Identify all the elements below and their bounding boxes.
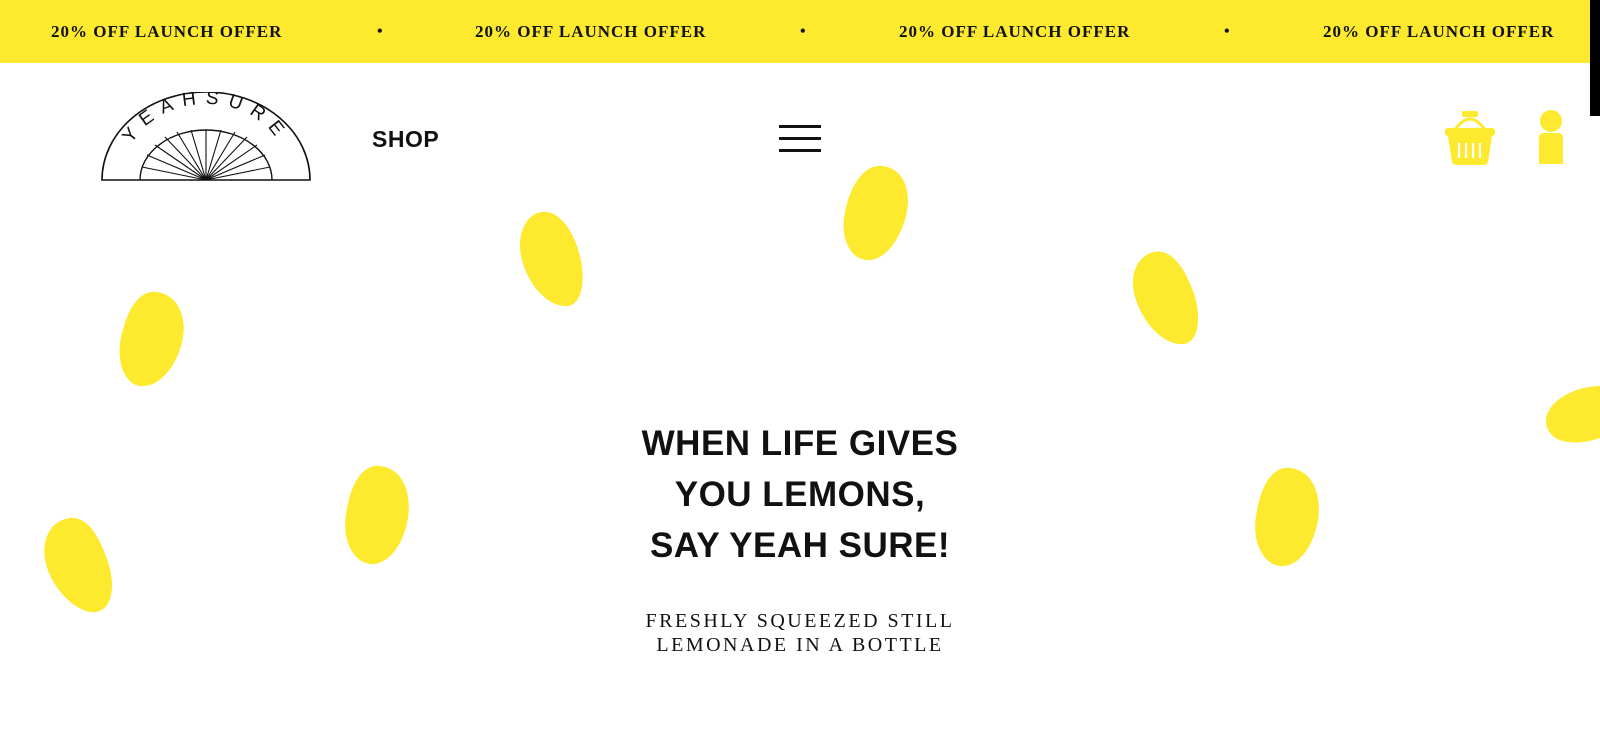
promo-text: 20% OFF LAUNCH OFFER: [1323, 22, 1555, 41]
hero-title-line: YOU LEMONS,: [674, 475, 926, 514]
promo-text: 20% OFF LAUNCH OFFER: [475, 22, 707, 41]
promo-text: 20% OFF LAUNCH OFFER: [51, 22, 283, 41]
promo-separator: •: [377, 23, 383, 40]
basket-icon[interactable]: [1443, 110, 1497, 166]
promo-text: 20% OFF LAUNCH OFFER: [899, 22, 1131, 41]
promo-separator: •: [800, 23, 806, 40]
lemon-drop-icon: [520, 211, 583, 307]
scrollbar-thumb[interactable]: [1590, 0, 1600, 116]
lemon-drop-icon: [1255, 467, 1319, 567]
hero-subtitle-line: LEMONADE IN A BOTTLE: [656, 634, 944, 656]
site-logo[interactable]: YEAHSURE: [100, 87, 312, 184]
sunburst-arch-logo-icon: YEAHSURE: [101, 87, 311, 181]
nav-shop-link[interactable]: SHOP: [372, 126, 439, 153]
lemon-drop-icon: [119, 291, 184, 387]
lemon-drop-icon: [1546, 386, 1600, 443]
hero-title-line: SAY YEAH SURE!: [649, 526, 951, 565]
hero-subtitle-line: FRESHLY SQUEEZED STILL: [645, 610, 955, 632]
user-icon[interactable]: [1536, 110, 1566, 164]
hero-title: WHEN LIFE GIVES YOU LEMONS, SAY YEAH SUR…: [500, 418, 1100, 571]
lemon-drop-icon: [843, 165, 908, 261]
lemon-drop-icon: [44, 517, 112, 613]
promo-separator: •: [1224, 23, 1230, 40]
lemon-drop-icon: [1132, 251, 1199, 345]
lemon-drop-icon: [345, 465, 409, 565]
promo-banner: 20% OFF LAUNCH OFFER • 20% OFF LAUNCH OF…: [0, 0, 1600, 63]
hero-subtitle: FRESHLY SQUEEZED STILL LEMONADE IN A BOT…: [500, 609, 1100, 657]
hamburger-icon[interactable]: [779, 125, 821, 155]
hero-title-line: WHEN LIFE GIVES: [641, 424, 959, 463]
